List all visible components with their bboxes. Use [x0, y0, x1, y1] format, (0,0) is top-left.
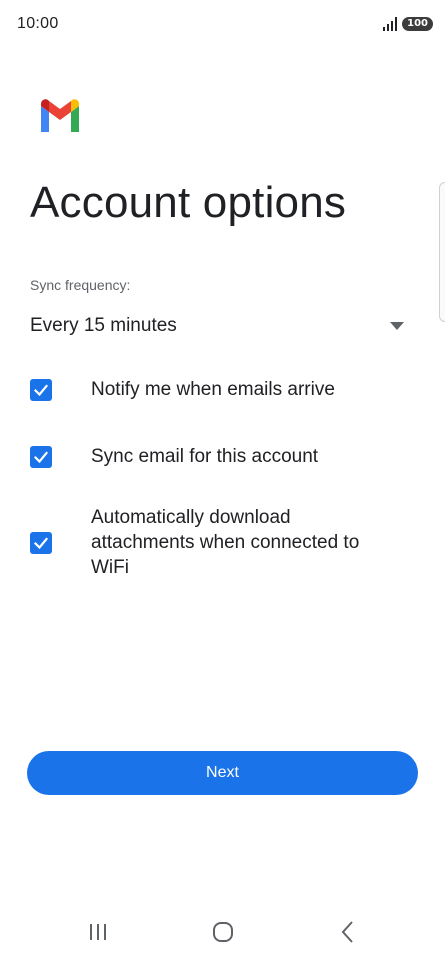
status-bar: 10:00 100 — [0, 0, 445, 48]
option-auto-download[interactable]: Automatically download attachments when … — [30, 505, 420, 580]
signal-bars-icon — [383, 17, 398, 31]
back-button[interactable] — [328, 912, 368, 952]
notify-emails-label: Notify me when emails arrive — [91, 379, 335, 400]
sync-frequency-label: Sync frequency: — [30, 277, 131, 293]
recent-apps-icon — [90, 924, 106, 940]
auto-download-label: Automatically download attachments when … — [91, 507, 360, 578]
sync-frequency-dropdown[interactable]: Every 15 minutes — [30, 310, 408, 342]
back-icon — [341, 921, 353, 943]
next-button[interactable]: Next — [27, 751, 418, 795]
sync-frequency-value: Every 15 minutes — [30, 315, 177, 336]
edge-panel-handle[interactable] — [439, 182, 445, 322]
option-sync-email[interactable]: Sync email for this account — [30, 444, 420, 469]
recent-apps-button[interactable] — [78, 912, 118, 952]
notify-emails-checkbox[interactable] — [30, 378, 52, 401]
auto-download-checkbox[interactable] — [30, 531, 52, 554]
sync-email-label: Sync email for this account — [91, 446, 319, 467]
checkmark-icon — [33, 450, 49, 463]
checkmark-icon — [33, 383, 49, 396]
checkmark-icon — [33, 536, 49, 549]
home-button[interactable] — [203, 912, 243, 952]
gmail-logo-icon — [41, 99, 79, 132]
status-indicators: 100 — [382, 17, 433, 31]
navigation-bar — [0, 912, 445, 966]
battery-level-badge: 100 — [402, 17, 433, 31]
sync-email-checkbox[interactable] — [30, 445, 52, 468]
dropdown-arrow-icon — [390, 322, 404, 330]
option-notify-emails[interactable]: Notify me when emails arrive — [30, 377, 420, 402]
home-icon — [213, 922, 233, 942]
page-title: Account options — [30, 178, 347, 227]
status-time: 10:00 — [17, 15, 59, 32]
